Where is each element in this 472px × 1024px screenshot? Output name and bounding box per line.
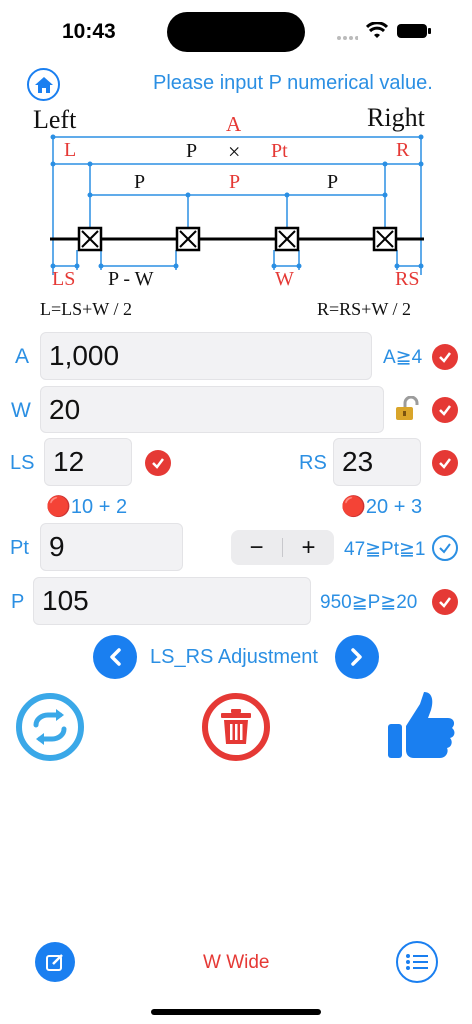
diagram-rs-label: RS (395, 268, 420, 290)
diagram-a-label: A (226, 112, 242, 136)
pt-increment-button[interactable]: + (283, 530, 334, 565)
beam-diagram: Left Right A L P × Pt R P P P LS P - W W… (0, 100, 472, 330)
p-check-icon (432, 589, 458, 615)
ls-input[interactable]: 12 (44, 438, 132, 486)
home-indicator (151, 1009, 321, 1015)
pt-hint: 47≧Pt≧1 (344, 539, 426, 560)
ls-check-icon (145, 450, 171, 476)
pt-label: Pt (10, 537, 29, 559)
chevron-left-icon (110, 648, 121, 666)
rs-input[interactable]: 23 (333, 438, 421, 486)
formula-left: L=LS+W / 2 (40, 299, 132, 319)
a-hint: A≧4 (383, 347, 423, 368)
w-label: W (11, 399, 31, 422)
diagram-w-label: W (275, 268, 294, 290)
p-label: P (11, 591, 25, 613)
p-input[interactable]: 105 (33, 577, 311, 625)
pt-decrement-button[interactable]: − (231, 530, 282, 565)
diagram-p-center: P (229, 171, 241, 193)
status-time: 10:43 (62, 20, 116, 43)
thumbs-up-button[interactable] (386, 690, 456, 767)
diagram-l-label: L (64, 139, 77, 161)
chevron-right-icon (351, 648, 362, 666)
dynamic-island (167, 12, 305, 52)
list-button[interactable] (396, 941, 438, 983)
formula-right: R=RS+W / 2 (317, 299, 411, 319)
edit-icon (46, 954, 63, 971)
swap-button[interactable] (16, 693, 84, 761)
thumbs-up-icon (388, 692, 455, 758)
delete-button[interactable] (202, 693, 270, 761)
a-input[interactable]: 1,000 (40, 332, 372, 380)
ls-label: LS (10, 452, 35, 474)
rs-label: RS (299, 452, 327, 474)
diagram-p-label: P (186, 140, 198, 162)
a-check-icon (432, 344, 458, 370)
trash-icon (221, 709, 251, 744)
swap-arrows-icon (33, 709, 67, 745)
diagram-times-label: × (228, 139, 241, 164)
signal-icon (336, 30, 359, 48)
diagram-p-right: P (327, 171, 339, 193)
pt-check-icon (432, 535, 458, 561)
adjust-prev-button[interactable] (93, 635, 137, 679)
a-label: A (15, 345, 30, 368)
rs-note: 🔴20 + 3 (341, 496, 423, 518)
diagram-p-minus-w-label: P - W (108, 268, 154, 290)
adjust-next-button[interactable] (335, 635, 379, 679)
list-icon (406, 954, 428, 970)
w-wide-label: W Wide (203, 952, 270, 973)
pt-stepper: − + (231, 530, 334, 565)
lock-icon[interactable] (395, 395, 419, 427)
wifi-icon (365, 21, 389, 45)
diagram-right-label: Right (367, 103, 425, 132)
home-button[interactable] (27, 68, 60, 101)
diagram-left-label: Left (33, 105, 77, 134)
battery-icon (396, 22, 432, 45)
diagram-ls-label: LS (52, 268, 76, 290)
w-check-icon (432, 397, 458, 423)
adjust-label: LS_RS Adjustment (150, 646, 318, 668)
diagram-p-left: P (134, 171, 146, 193)
diagram-pt-label: Pt (271, 140, 288, 162)
p-hint: 950≧P≧20 (320, 592, 418, 613)
pt-input[interactable]: 9 (40, 523, 183, 571)
diagram-r-label: R (396, 139, 410, 161)
rs-check-icon (432, 450, 458, 476)
w-input[interactable]: 20 (40, 386, 384, 433)
header-message: Please input P numerical value. (153, 72, 433, 94)
home-icon (34, 76, 53, 93)
ls-note: 🔴10 + 2 (46, 496, 128, 518)
edit-button[interactable] (35, 942, 75, 982)
